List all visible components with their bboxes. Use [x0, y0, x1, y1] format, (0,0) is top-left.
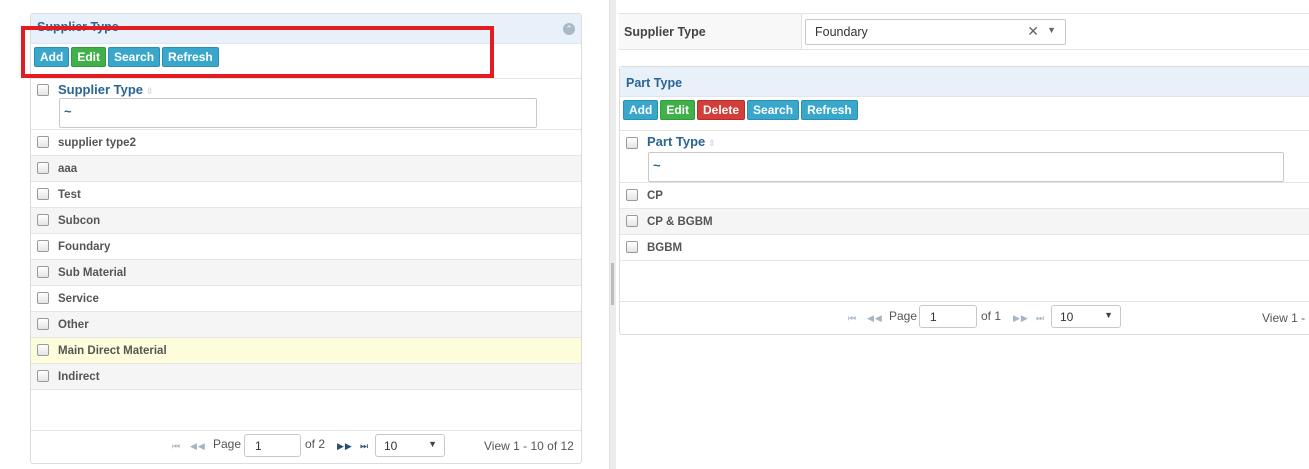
row-label: Subcon: [58, 215, 101, 227]
sort-icon[interactable]: ⇳: [146, 86, 154, 96]
table-row[interactable]: Subcon: [31, 208, 581, 234]
column-header-label: Part Type: [647, 134, 706, 149]
last-page-icon[interactable]: ⏭: [360, 441, 369, 452]
page-input[interactable]: 1: [244, 434, 301, 457]
column-header-label: Supplier Type: [58, 82, 143, 97]
table-row[interactable]: Indirect: [31, 364, 581, 390]
table-row[interactable]: aaa: [31, 156, 581, 182]
rows-per-page-value: 10: [384, 439, 398, 453]
search-button[interactable]: Search: [747, 100, 800, 120]
edit-button[interactable]: Edit: [660, 100, 695, 120]
of-pages-label: of 1: [981, 309, 1002, 323]
first-page-icon[interactable]: ⏮: [172, 441, 181, 452]
row-checkbox[interactable]: [37, 266, 49, 278]
prev-page-icon[interactable]: ◀◀: [867, 313, 883, 324]
row-label: aaa: [58, 163, 78, 175]
supplier-type-filter-input[interactable]: ~: [59, 98, 537, 128]
rows-per-page-select[interactable]: 10 ▼: [1051, 305, 1121, 328]
row-label: CP & BGBM: [647, 216, 713, 228]
next-page-icon[interactable]: ▶▶: [337, 441, 353, 452]
right-toolbar: Add Edit Delete Search Refresh: [623, 100, 858, 120]
splitter-handle[interactable]: [611, 263, 614, 305]
page-label: Page: [213, 437, 242, 451]
table-row[interactable]: Test: [31, 182, 581, 208]
sort-icon[interactable]: ⇳: [708, 138, 716, 148]
row-label: Service: [58, 293, 99, 305]
chevron-down-icon: ▼: [1104, 310, 1113, 320]
row-checkbox[interactable]: [626, 189, 638, 201]
splitter[interactable]: [609, 0, 616, 469]
left-toolbar: Add Edit Search Refresh: [34, 47, 219, 67]
view-count: View 1 -: [1262, 311, 1306, 325]
row-label: Other: [58, 319, 89, 331]
row-checkbox[interactable]: [37, 292, 49, 304]
right-grid-header: Part Type ⇳ ~: [620, 130, 1309, 183]
table-row[interactable]: BGBM: [620, 235, 1309, 261]
table-row[interactable]: CP: [620, 183, 1309, 209]
panel-title: Part Type: [620, 67, 1309, 97]
supplier-type-filter-form: Supplier Type Foundary ✕ ▼: [619, 13, 1309, 50]
delete-button[interactable]: Delete: [697, 100, 746, 120]
row-label: Foundary: [58, 241, 111, 253]
row-checkbox[interactable]: [626, 241, 638, 253]
row-checkbox[interactable]: [37, 162, 49, 174]
table-row[interactable]: Other: [31, 312, 581, 338]
row-label: Test: [58, 189, 81, 201]
search-button[interactable]: Search: [108, 47, 161, 67]
refresh-button[interactable]: Refresh: [801, 100, 858, 120]
row-label: Indirect: [58, 371, 100, 383]
column-header-supplier-type[interactable]: Supplier Type ⇳: [58, 82, 154, 97]
right-pager: ⏮ ◀◀ Page 1 of 1 ▶▶ ⏭ 10 ▼ View 1 -: [620, 301, 1309, 335]
table-row[interactable]: supplier type2: [31, 130, 581, 156]
row-checkbox[interactable]: [37, 188, 49, 200]
rows-per-page-value: 10: [1060, 310, 1074, 324]
of-pages-label: of 2: [305, 437, 326, 451]
row-label: Main Direct Material: [58, 345, 167, 357]
row-checkbox[interactable]: [37, 344, 49, 356]
add-button[interactable]: Add: [34, 47, 70, 67]
part-type-filter-input[interactable]: ~: [648, 152, 1284, 182]
row-label: supplier type2: [58, 137, 136, 149]
left-pager: ⏮ ◀◀ Page 1 of 2 ▶▶ ⏭ 10 ▼ View 1 - 10 of…: [31, 430, 581, 463]
supplier-type-select[interactable]: Foundary ✕ ▼: [805, 19, 1066, 45]
row-checkbox[interactable]: [37, 214, 49, 226]
row-checkbox[interactable]: [626, 215, 638, 227]
row-checkbox[interactable]: [37, 318, 49, 330]
row-label: BGBM: [647, 242, 683, 254]
table-row[interactable]: CP & BGBM: [620, 209, 1309, 235]
page-input[interactable]: 1: [919, 305, 977, 328]
left-grid-header: Supplier Type ⇳ ~: [31, 78, 581, 130]
collapse-icon[interactable]: ⌃: [563, 23, 575, 35]
edit-button[interactable]: Edit: [71, 47, 106, 67]
next-page-icon[interactable]: ▶▶: [1013, 313, 1029, 324]
add-button[interactable]: Add: [623, 100, 659, 120]
panel-title: Supplier Type: [31, 14, 581, 44]
table-row[interactable]: Sub Material: [31, 260, 581, 286]
view-count: View 1 - 10 of 12: [484, 439, 574, 453]
first-page-icon[interactable]: ⏮: [848, 313, 857, 324]
prev-page-icon[interactable]: ◀◀: [190, 441, 206, 452]
table-row[interactable]: Main Direct Material: [31, 338, 581, 364]
chevron-down-icon: ▼: [428, 439, 437, 449]
select-all-checkbox[interactable]: [37, 84, 49, 96]
supplier-type-label: Supplier Type: [619, 14, 802, 49]
clear-icon[interactable]: ✕: [1027, 23, 1039, 40]
select-all-checkbox[interactable]: [626, 137, 638, 149]
rows-per-page-select[interactable]: 10 ▼: [375, 434, 445, 457]
table-row[interactable]: Foundary: [31, 234, 581, 260]
row-checkbox[interactable]: [37, 370, 49, 382]
supplier-type-select-value: Foundary: [815, 25, 868, 39]
table-row[interactable]: Service: [31, 286, 581, 312]
refresh-button[interactable]: Refresh: [162, 47, 219, 67]
page-label: Page: [889, 309, 918, 323]
row-checkbox[interactable]: [37, 136, 49, 148]
column-header-part-type[interactable]: Part Type ⇳: [647, 134, 716, 149]
row-checkbox[interactable]: [37, 240, 49, 252]
row-label: CP: [647, 190, 663, 202]
row-label: Sub Material: [58, 267, 127, 279]
last-page-icon[interactable]: ⏭: [1036, 313, 1045, 324]
chevron-down-icon[interactable]: ▼: [1047, 25, 1056, 35]
